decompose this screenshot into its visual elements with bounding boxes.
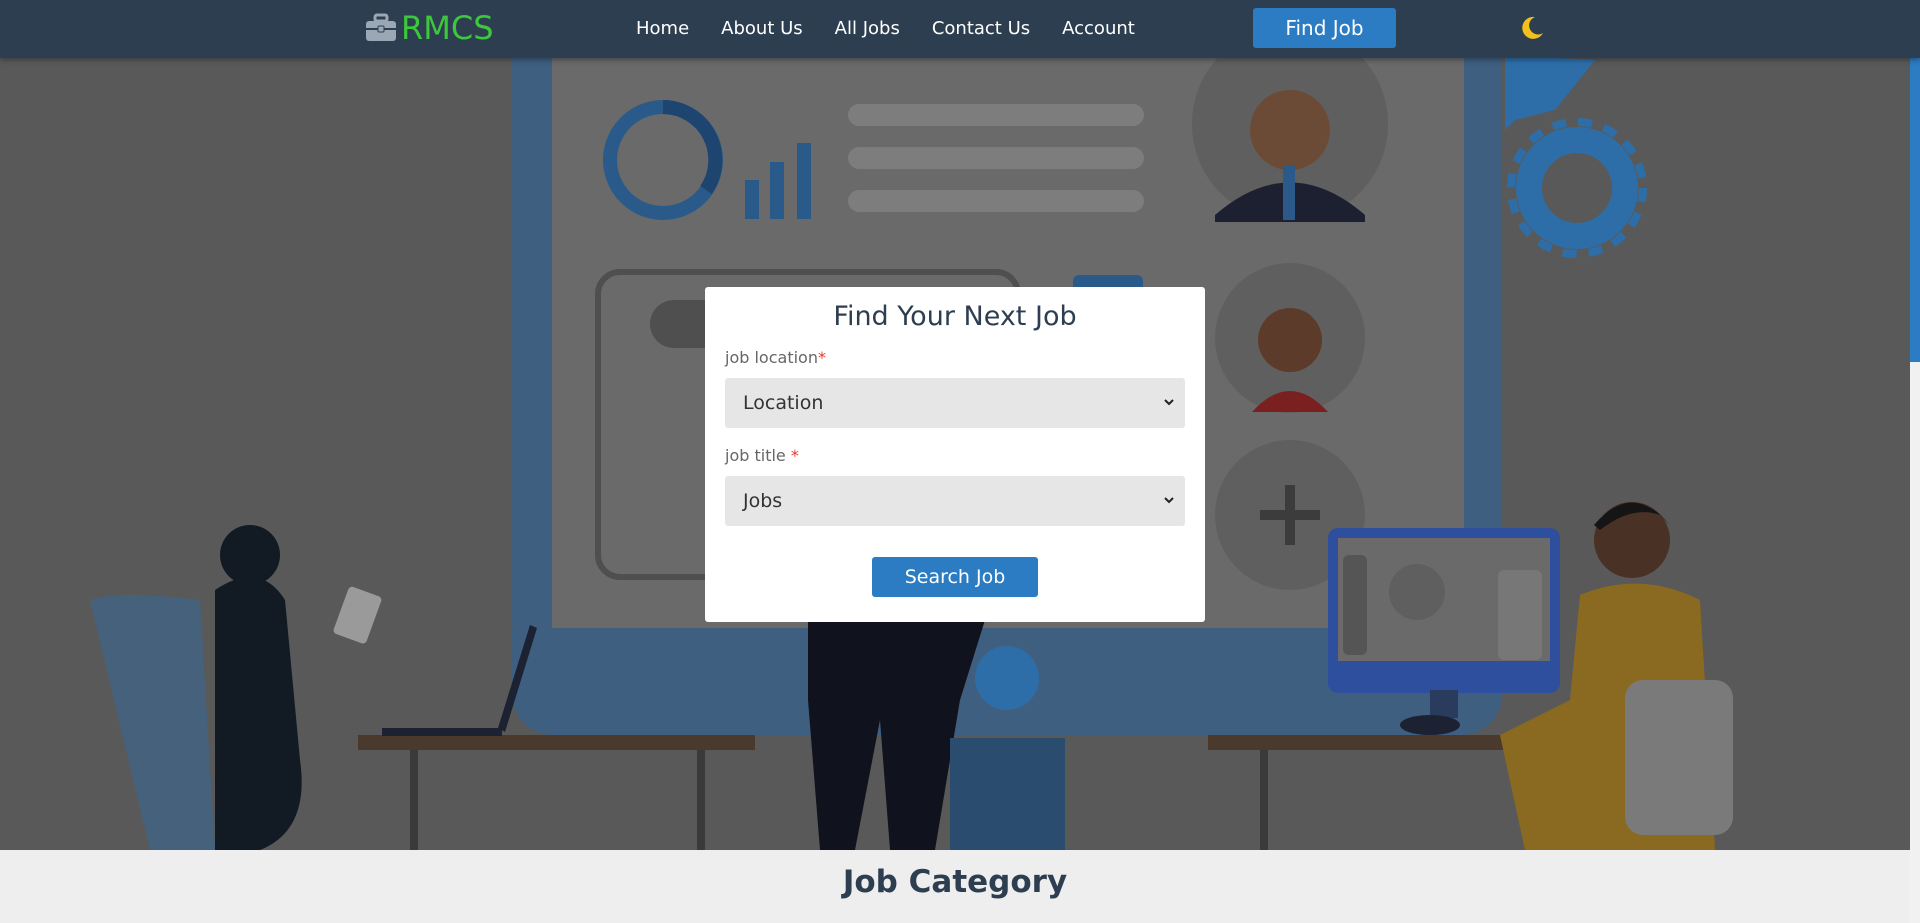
find-job-button[interactable]: Find Job xyxy=(1253,8,1396,48)
nav-home-link[interactable]: Home xyxy=(636,18,689,39)
chevron-down-icon xyxy=(1164,497,1174,504)
chevron-down-icon xyxy=(1164,399,1174,406)
location-label-text: job location xyxy=(725,348,818,367)
nav-account-link[interactable]: Account xyxy=(1062,18,1135,39)
job-title-label: job title * xyxy=(725,446,1185,466)
job-title-select[interactable]: Jobs xyxy=(725,476,1185,526)
location-select-value: Location xyxy=(743,392,824,414)
brand-name: RMCS xyxy=(401,9,494,47)
nav-about-link[interactable]: About Us xyxy=(721,18,803,39)
form-title: Find Your Next Job xyxy=(833,301,1077,332)
required-mark: * xyxy=(790,446,799,465)
location-select[interactable]: Location xyxy=(725,378,1185,428)
moon-icon[interactable] xyxy=(1518,14,1546,42)
brand-logo[interactable]: RMCS xyxy=(365,9,494,47)
job-title-select-value: Jobs xyxy=(743,490,783,512)
nav-all-jobs-link[interactable]: All Jobs xyxy=(835,18,900,39)
job-category-title: Job Category xyxy=(842,864,1068,900)
top-navbar: RMCS Home About Us All Jobs Contact Us A… xyxy=(0,0,1920,58)
nav-contact-link[interactable]: Contact Us xyxy=(932,18,1030,39)
job-category-section: Job Category xyxy=(0,850,1910,923)
location-label: job location* xyxy=(725,348,1185,368)
briefcase-icon xyxy=(366,13,396,41)
required-mark: * xyxy=(817,348,826,367)
job-title-label-text: job title xyxy=(725,446,791,465)
search-job-button[interactable]: Search Job xyxy=(872,557,1038,597)
main-nav: Home About Us All Jobs Contact Us Accoun… xyxy=(620,0,1151,56)
job-search-form: Find Your Next Job job location* Locatio… xyxy=(705,287,1205,622)
